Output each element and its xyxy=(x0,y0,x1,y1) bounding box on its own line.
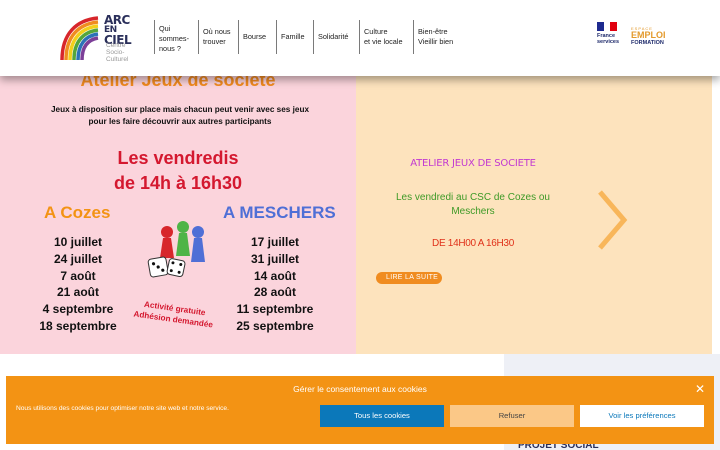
cozes-title: A Cozes xyxy=(44,203,111,222)
date-item: 31 juillet xyxy=(250,251,300,266)
date-item: 4 septembre xyxy=(42,302,114,317)
nav-item-qui-sommes-nous[interactable]: Qui sommes- nous ? xyxy=(154,20,198,54)
read-more-button[interactable]: LIRE LA SUITE xyxy=(376,272,442,284)
date-item: 7 août xyxy=(60,268,96,283)
dice-and-pawns-icon xyxy=(147,221,205,278)
nav-label: Qui xyxy=(159,24,171,33)
poster-schedule: Les vendredis de 14h à 16h30 xyxy=(0,146,356,196)
date-item: 10 juillet xyxy=(53,235,103,249)
date-item: 21 août xyxy=(56,285,99,300)
logo-sub-3: Culturel xyxy=(106,56,129,63)
logo-wordmark: ARC EN CIEL xyxy=(104,13,132,46)
refuse-cookies-button[interactable]: Refuser xyxy=(450,405,574,427)
cookie-text: Nous utilisons des cookies pour optimise… xyxy=(16,405,229,412)
slide-description: Les vendredi au CSC de Cozes ou Meschers xyxy=(396,192,550,217)
nav-item-solidarite[interactable]: Solidarité xyxy=(313,20,359,54)
nav-item-ou-nous-trouver[interactable]: Où nous trouver xyxy=(198,20,238,54)
rainbow-arc-icon xyxy=(60,16,99,61)
date-item: 17 juillet xyxy=(250,235,300,249)
nav-item-bourse[interactable]: Bourse xyxy=(238,20,276,54)
date-item: 28 août xyxy=(253,285,296,300)
espace-emploi-formation-logo[interactable]: ESPACE EMPLOI FORMATION xyxy=(631,26,666,48)
nav-label: sommes- xyxy=(159,34,189,43)
date-item: 24 juillet xyxy=(53,251,103,266)
date-item: 25 septembre xyxy=(236,318,314,333)
meschers-title: A MESCHERS xyxy=(223,203,336,222)
atelier-poster: Atelier Jeux de société Jeux à dispositi… xyxy=(0,62,356,354)
poster-intro-line-2: pour les faire découvrir aux autres part… xyxy=(88,117,272,126)
nav-label: nous ? xyxy=(159,44,181,53)
date-item: 18 septembre xyxy=(39,318,117,333)
nav-label: Bien-être xyxy=(418,27,448,36)
ef-line-3: FORMATION xyxy=(631,40,664,46)
logo-subtitle: Centre Socio- Culturel xyxy=(106,42,128,63)
ef-line-2: EMPLOI xyxy=(631,30,666,40)
meschers-dates: 17 juillet 31 juillet 14 août 28 août 11… xyxy=(227,234,323,335)
nav-label: Où nous xyxy=(203,27,231,36)
poster-days: Les vendredis xyxy=(117,148,239,168)
nav-label: Bourse xyxy=(243,32,267,41)
fs-line-2: services xyxy=(597,39,620,45)
free-activity-note: Activité gratuite Adhésion demandée xyxy=(127,297,221,332)
poster-hours: de 14h à 16h30 xyxy=(113,173,243,193)
date-item: 11 septembre xyxy=(236,302,314,317)
carousel-slide: ATELIER JEUX DE SOCIETE Les vendredi au … xyxy=(356,62,712,354)
slide-title: ATELIER JEUX DE SOCIETE xyxy=(410,158,536,169)
nav-label: Culture xyxy=(364,27,388,36)
nav-label: trouver xyxy=(203,37,226,46)
nav-label: Solidarité xyxy=(318,32,349,41)
poster-intro-line-1: Jeux à disposition sur place mais chacun… xyxy=(50,105,309,114)
nav-label: et vie locale xyxy=(364,37,403,46)
slide-time: DE 14H00 A 16H30 xyxy=(432,238,514,249)
nav-item-famille[interactable]: Famille xyxy=(276,20,313,54)
nav-label: Famille xyxy=(281,32,305,41)
date-item: 14 août xyxy=(253,268,296,283)
view-preferences-button[interactable]: Voir les préférences xyxy=(580,405,704,427)
cookie-title: Gérer le consentement aux cookies xyxy=(293,384,427,394)
site-header: ARC EN CIEL Centre Socio- Culturel Qui s… xyxy=(0,0,720,76)
cozes-dates: 10 juillet 24 juillet 7 août 21 août 4 s… xyxy=(30,234,126,335)
poster-intro: Jeux à disposition sur place mais chacun… xyxy=(30,104,330,128)
logo-sub-1: Centre xyxy=(106,42,126,49)
site-logo[interactable]: ARC EN CIEL Centre Socio- Culturel xyxy=(58,12,150,64)
logo-sub-2: Socio- xyxy=(106,49,125,56)
main-nav: Qui sommes- nous ? Où nous trouver Bours… xyxy=(154,20,469,54)
close-icon[interactable]: ✕ xyxy=(695,382,705,396)
logo-line-arc: ARC xyxy=(104,13,130,27)
france-services-label: France services xyxy=(597,33,621,45)
french-flag-icon xyxy=(597,22,618,31)
nav-label: Vieillir bien xyxy=(418,37,454,46)
nav-item-culture[interactable]: Culture et vie locale xyxy=(359,20,413,54)
accept-all-cookies-button[interactable]: Tous les cookies xyxy=(320,405,444,427)
cookie-consent-banner: Gérer le consentement aux cookies ✕ Nous… xyxy=(6,376,714,444)
france-services-logo[interactable]: France services xyxy=(597,22,621,52)
nav-item-bien-etre[interactable]: Bien-être Vieillir bien xyxy=(413,20,469,54)
chevron-right-icon[interactable] xyxy=(594,188,630,252)
